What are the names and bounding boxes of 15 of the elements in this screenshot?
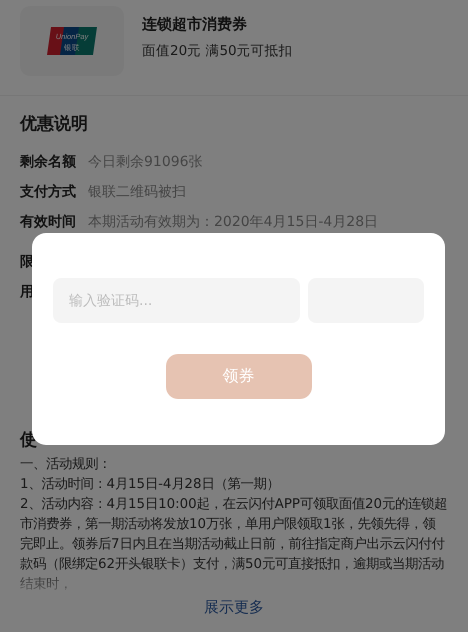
detail-value: 今日剩余91096张: [88, 153, 203, 171]
detail-label: 有效时间: [20, 213, 76, 231]
detail-label: 支付方式: [20, 183, 76, 201]
input-field[interactable]: 输入验证码...: [53, 278, 300, 323]
detail-label: 限: [20, 253, 34, 272]
detail-value: 本期活动有效期为：2020年4月15日-4月28日: [88, 213, 378, 231]
rule-text: 一、活动规则：: [20, 456, 112, 474]
detail-label: 剩余名额: [20, 153, 76, 171]
rule-text: 1、活动时间：4月15日-4月28日（第一期）: [20, 476, 280, 494]
rule-text: 2、活动内容：4月15日10:00起，在云闪付APP可领取面值20元的连锁超市消费券，第一期活动将发放10万张，单用户限领取1张，先领先得，领完即止。领券后7日内且在当期活动截止日前，前往指定商户出示云闪付付款码（限绑定62开头银联卡）支付，满50元可直接抵扣，逾期或当期活动结束时，: [20, 496, 448, 594]
section-heading: 优惠说明: [20, 113, 89, 135]
show-more-link[interactable]: 展示更多: [204, 598, 264, 616]
detail-value: 银联二维码被扫: [88, 183, 186, 201]
coupon-value: 面值20元 满50元可抵扣: [142, 42, 293, 60]
coupon-title: 连锁超市消费券: [142, 15, 248, 34]
